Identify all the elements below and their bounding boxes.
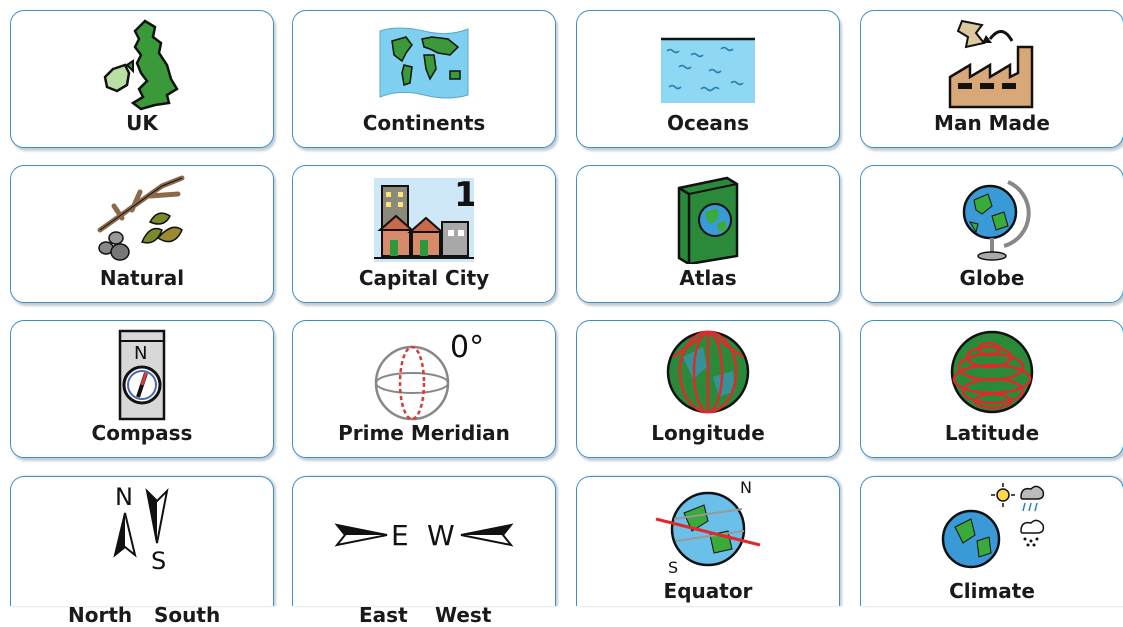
latitude-icon — [950, 330, 1034, 414]
east-west-arrows-icon: E W — [334, 519, 514, 552]
atlas-book-icon — [677, 176, 739, 264]
east-letter: E — [391, 519, 409, 552]
equator-s: S — [668, 558, 678, 575]
card-label: Prime Meridian — [338, 421, 510, 445]
south-label: South — [154, 603, 221, 627]
south-letter: S — [151, 547, 166, 575]
city-icon: 1 — [374, 175, 474, 262]
card-label: Equator — [663, 579, 753, 603]
card-man-made[interactable]: Man Made — [860, 10, 1123, 148]
compass-n: N — [134, 343, 147, 364]
card-uk[interactable]: UK — [10, 10, 274, 148]
degree-label: 0° — [450, 330, 484, 365]
symbol-grid: UK Continents Oceans Man Made Natural 1 … — [0, 0, 1123, 627]
card-label: Longitude — [651, 421, 765, 445]
card-north-south[interactable]: N S North South — [10, 476, 274, 627]
west-label: West — [435, 603, 492, 627]
north-letter: N — [115, 483, 133, 511]
card-longitude[interactable]: Longitude — [576, 320, 840, 458]
equator-n: N — [740, 479, 752, 497]
card-compass[interactable]: N Compass — [10, 320, 274, 458]
card-label: Oceans — [666, 111, 750, 135]
north-south-arrows-icon: N S — [113, 483, 169, 575]
world-map-icon — [379, 27, 469, 99]
compass-icon: N — [118, 329, 166, 421]
longitude-icon — [666, 330, 750, 414]
ocean-icon — [661, 37, 755, 103]
card-prime-meridian[interactable]: 0° Prime Meridian — [292, 320, 556, 458]
card-label: Capital City — [358, 266, 490, 290]
capital-number: 1 — [454, 175, 474, 215]
card-equator[interactable]: N S Equator — [576, 476, 840, 606]
card-east-west[interactable]: E W East West — [292, 476, 556, 627]
card-label: Globe — [959, 266, 1025, 290]
card-globe[interactable]: Globe — [860, 165, 1123, 303]
card-label: Latitude — [944, 421, 1040, 445]
card-natural[interactable]: Natural — [10, 165, 274, 303]
card-label: UK — [126, 111, 158, 135]
card-atlas[interactable]: Atlas — [576, 165, 840, 303]
prime-meridian-icon: 0° — [374, 330, 484, 421]
globe-icon — [962, 180, 1031, 261]
card-continents[interactable]: Continents — [292, 10, 556, 148]
card-label: Atlas — [679, 266, 737, 290]
card-capital-city[interactable]: 1 Capital City — [292, 165, 556, 303]
card-oceans[interactable]: Oceans — [576, 10, 840, 148]
card-label: Man Made — [934, 111, 1050, 135]
west-letter: W — [427, 519, 455, 552]
natural-materials-icon — [97, 175, 185, 261]
card-label: Climate — [949, 579, 1035, 603]
card-label: Compass — [91, 421, 193, 445]
north-label: North — [68, 603, 133, 627]
card-label: Natural — [99, 266, 185, 290]
card-label: Continents — [362, 111, 486, 135]
factory-icon — [948, 19, 1034, 109]
uk-map-icon — [103, 19, 179, 111]
card-climate[interactable]: Climate — [860, 476, 1123, 606]
card-latitude[interactable]: Latitude — [860, 320, 1123, 458]
east-label: East — [359, 603, 408, 627]
equator-icon: N S — [655, 479, 761, 575]
climate-icon — [941, 483, 1045, 569]
